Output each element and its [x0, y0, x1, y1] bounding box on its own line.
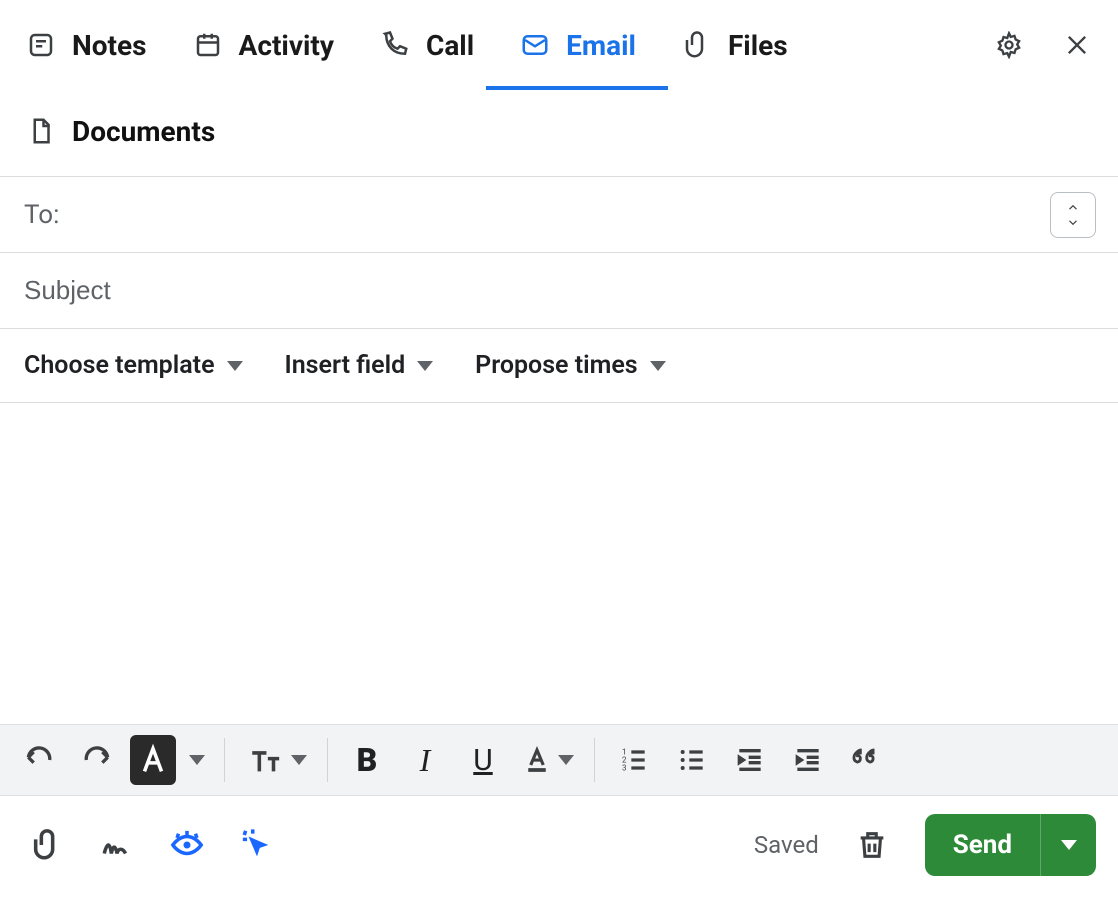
to-field[interactable]: To: [0, 177, 1118, 253]
underline-icon: U [473, 743, 492, 778]
caret-down-icon [227, 361, 243, 371]
propose-times-label: Propose times [475, 351, 637, 380]
caret-down-icon [1061, 840, 1077, 850]
underline-button[interactable]: U [458, 735, 508, 785]
email-body-editor[interactable] [0, 403, 1118, 724]
signature-button[interactable] [100, 828, 134, 862]
tab-notes-label: Notes [72, 29, 147, 62]
email-icon [518, 28, 552, 62]
caret-down-icon [650, 361, 666, 371]
tab-files-label: Files [728, 29, 788, 62]
send-button-group: Send [925, 814, 1096, 876]
settings-icon[interactable] [992, 28, 1026, 62]
italic-button[interactable]: I [400, 735, 450, 785]
paperclip-icon [680, 28, 714, 62]
tab-call[interactable]: Call [378, 0, 474, 90]
separator [224, 738, 225, 782]
close-icon[interactable] [1060, 28, 1094, 62]
send-button-label: Send [953, 830, 1012, 860]
delete-draft-button[interactable] [855, 828, 889, 862]
tab-files[interactable]: Files [680, 0, 788, 90]
phone-icon [378, 28, 412, 62]
tracking-cursor-button[interactable] [240, 828, 274, 862]
caret-down-icon [558, 755, 574, 765]
undo-button[interactable] [14, 735, 64, 785]
separator [594, 738, 595, 782]
text-color-button[interactable] [516, 735, 580, 785]
indent-button[interactable] [783, 735, 833, 785]
tab-email[interactable]: Email [518, 0, 636, 90]
composer-tabs: Notes Activity Call Email Files [0, 0, 1118, 90]
tab-call-label: Call [426, 29, 474, 62]
insert-field-label: Insert field [285, 351, 406, 380]
save-status: Saved [754, 831, 819, 859]
send-button[interactable]: Send [925, 814, 1040, 876]
tab-email-label: Email [566, 29, 636, 62]
to-label: To: [24, 200, 59, 230]
blockquote-button[interactable] [841, 735, 891, 785]
tab-activity-label: Activity [239, 29, 334, 62]
redo-button[interactable] [72, 735, 122, 785]
formatting-toolbar: B I U 123 [0, 724, 1118, 796]
tabs-right-controls [992, 28, 1094, 62]
composer-actions: Choose template Insert field Propose tim… [0, 329, 1118, 403]
document-icon [24, 114, 58, 148]
caret-down-icon [417, 361, 433, 371]
outdent-button[interactable] [725, 735, 775, 785]
tab-activity[interactable]: Activity [191, 0, 334, 90]
choose-template-button[interactable]: Choose template [24, 351, 243, 380]
ordered-list-button[interactable]: 123 [609, 735, 659, 785]
composer-footer: Saved Send [0, 796, 1118, 898]
font-size-button[interactable] [239, 735, 313, 785]
caret-down-icon [291, 755, 307, 765]
choose-template-label: Choose template [24, 351, 215, 380]
to-input[interactable] [71, 199, 1094, 230]
separator [327, 738, 328, 782]
calendar-icon [191, 28, 225, 62]
subject-field[interactable] [0, 253, 1118, 329]
notes-icon [24, 28, 58, 62]
font-family-caret[interactable] [184, 735, 210, 785]
font-family-button[interactable] [130, 735, 176, 785]
tab-documents-label: Documents [72, 115, 215, 148]
bold-icon: B [357, 741, 378, 779]
propose-times-button[interactable]: Propose times [475, 351, 665, 380]
expand-recipients-button[interactable] [1050, 192, 1096, 238]
send-options-button[interactable] [1040, 814, 1096, 876]
insert-field-button[interactable]: Insert field [285, 351, 434, 380]
attach-file-button[interactable] [30, 828, 64, 862]
tab-documents[interactable]: Documents [0, 90, 1118, 177]
bold-button[interactable]: B [342, 735, 392, 785]
caret-down-icon [189, 755, 205, 765]
italic-icon: I [420, 742, 431, 779]
svg-text:3: 3 [622, 764, 627, 773]
subject-input[interactable] [24, 275, 1094, 306]
unordered-list-button[interactable] [667, 735, 717, 785]
visibility-button[interactable] [170, 828, 204, 862]
tab-notes[interactable]: Notes [24, 0, 147, 90]
